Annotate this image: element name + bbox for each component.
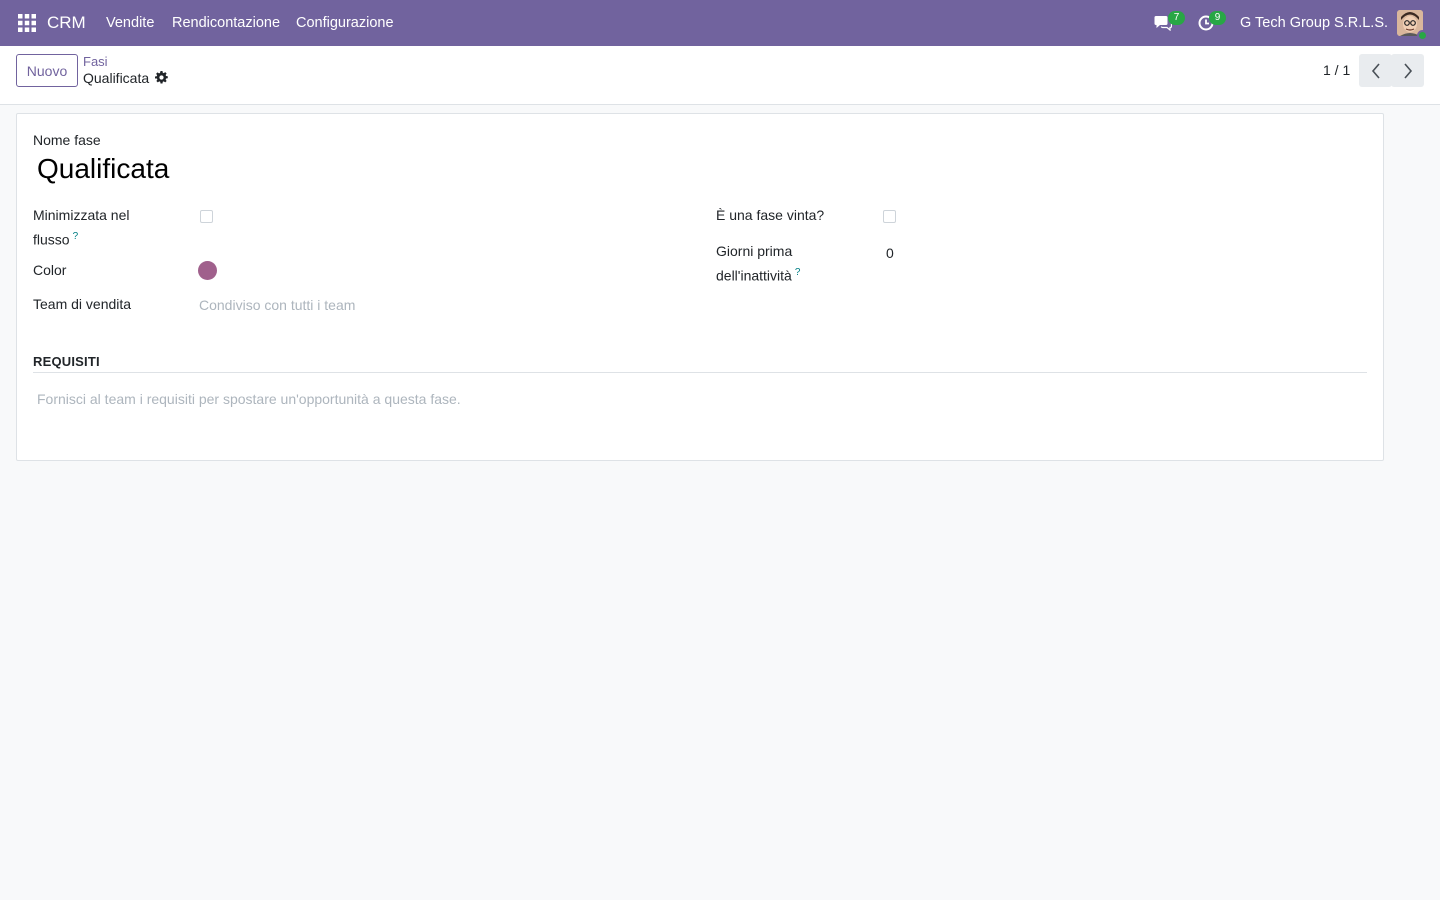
online-status-dot [1417, 30, 1428, 41]
sales-team-input[interactable]: Condiviso con tutti i team [199, 295, 355, 316]
rotting-days-input[interactable]: 0 [886, 243, 894, 264]
fold-label-line2: flusso [33, 231, 70, 248]
apps-grid-icon[interactable] [18, 14, 36, 32]
breadcrumb-current: Qualificata [83, 70, 150, 86]
new-button[interactable]: Nuovo [16, 54, 78, 87]
color-label: Color [33, 262, 67, 278]
fold-label: Minimizzata nel flusso? [33, 205, 129, 251]
messages-count-badge: 7 [1168, 11, 1185, 25]
menu-configurazione[interactable]: Configurazione [296, 15, 394, 31]
stage-name-input[interactable]: Qualificata [37, 153, 169, 185]
form-sheet: Nome fase Qualificata Minimizzata nel fl… [16, 113, 1384, 461]
rotting-days-label: Giorni prima dell'inattività? [716, 241, 800, 287]
requirements-textarea[interactable]: Fornisci al team i requisiti per spostar… [37, 389, 461, 410]
fold-checkbox[interactable] [200, 210, 213, 223]
color-picker[interactable] [198, 261, 217, 280]
top-navbar: CRM Vendite Rendicontazione Configurazio… [0, 0, 1440, 46]
chevron-right-icon [1403, 62, 1412, 79]
won-stage-checkbox[interactable] [883, 210, 896, 223]
app-name[interactable]: CRM [47, 13, 86, 33]
breadcrumb-parent-link[interactable]: Fasi [83, 54, 108, 69]
requirements-section-title: REQUISITI [33, 354, 100, 369]
chevron-left-icon [1371, 62, 1380, 79]
won-stage-label: È una fase vinta? [716, 207, 825, 223]
gear-icon[interactable] [155, 71, 169, 85]
fold-help-tooltip[interactable]: ? [73, 231, 79, 242]
rotting-label-line2: dell'inattività [716, 267, 792, 284]
menu-vendite[interactable]: Vendite [106, 15, 154, 31]
pager-previous-button[interactable] [1359, 54, 1392, 87]
user-avatar[interactable] [1397, 10, 1428, 41]
activities-count-badge: 9 [1209, 11, 1226, 25]
requirements-separator [33, 372, 1367, 373]
rotting-help-tooltip[interactable]: ? [795, 267, 801, 278]
rotting-label-line1: Giorni prima [716, 243, 793, 259]
stage-name-label: Nome fase [33, 132, 101, 148]
fold-label-line1: Minimizzata nel [33, 207, 130, 223]
control-panel: Nuovo Fasi Qualificata 1 / 1 [0, 46, 1440, 105]
pager-next-button[interactable] [1391, 54, 1424, 87]
menu-rendicontazione[interactable]: Rendicontazione [172, 15, 280, 31]
pager-value[interactable]: 1 / 1 [1323, 62, 1350, 78]
company-switcher[interactable]: G Tech Group S.R.L.S. [1240, 15, 1388, 31]
sales-team-label: Team di vendita [33, 296, 132, 312]
